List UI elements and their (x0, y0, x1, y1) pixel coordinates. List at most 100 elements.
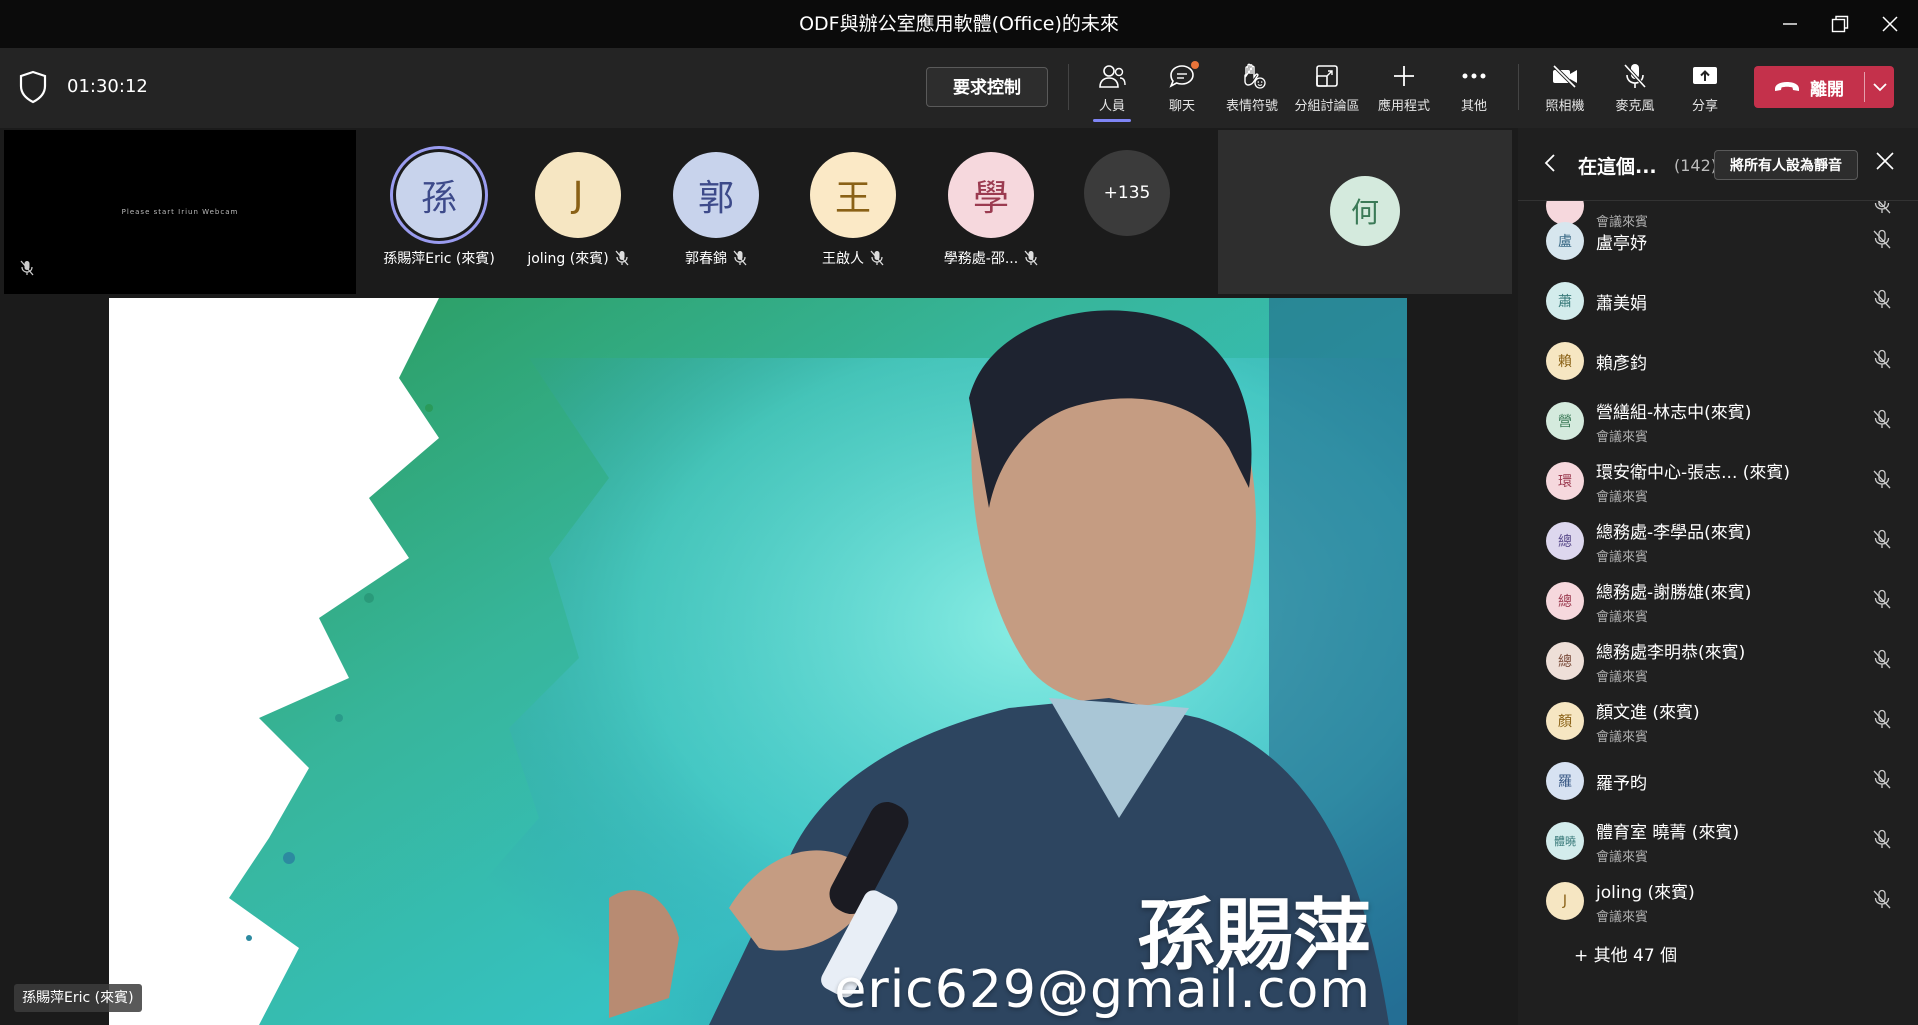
avatar-initial: 總 (1558, 534, 1572, 550)
avatar-initial: 顏 (1558, 714, 1572, 730)
leave-options-button[interactable] (1865, 66, 1894, 108)
mute-all-button[interactable]: 將所有人設為靜音 (1714, 150, 1858, 180)
shield-icon (19, 70, 47, 104)
mic-off-icon (20, 260, 34, 276)
participant-row[interactable]: 總 總務處-李學品(來賓) 會議來賓 (1518, 510, 1918, 570)
avatar-initial: 孫 (420, 178, 457, 219)
avatar: 何 (1330, 176, 1400, 246)
share-icon (1693, 67, 1717, 84)
title-bar: ODF與辦公室應用軟體(Office)的未來 (0, 0, 1918, 48)
avatar: J (1546, 882, 1584, 920)
attendee-name: joling (來賓) (527, 251, 609, 267)
participant-row[interactable]: 體曉 體育室 曉菁 (來賓) 會議來賓 (1518, 810, 1918, 870)
apps-button[interactable]: 應用程式 (1369, 60, 1439, 118)
participant-row[interactable]: 羅 羅予昀 (1518, 750, 1918, 810)
avatar: 總 (1546, 522, 1584, 560)
mic-off-icon (1873, 709, 1891, 729)
mic-off-icon (870, 250, 884, 266)
chat-button[interactable]: 聊天 (1147, 60, 1217, 118)
mic-off-icon (1873, 229, 1891, 249)
participant-row[interactable]: 蕭 蕭美娟 (1518, 270, 1918, 330)
attendee-video-tile[interactable]: 何 (1218, 130, 1512, 294)
avatar: 總 (1546, 582, 1584, 620)
avatar: 盧 (1546, 222, 1584, 260)
avatar: 體曉 (1546, 822, 1584, 860)
participant-row[interactable]: 總 總務處李明恭(來賓) 會議來賓 (1518, 630, 1918, 690)
active-indicator (1093, 119, 1131, 122)
close-icon[interactable] (1876, 152, 1894, 170)
mic-off-icon (1873, 349, 1891, 369)
more-button[interactable]: 其他 (1439, 60, 1509, 118)
mic-off-icon (1873, 649, 1891, 669)
mic-off-icon (1873, 469, 1891, 489)
meeting-stage: Please start Iriun Webcam 孫 孫賜萍Eric (來賓)… (0, 128, 1518, 1025)
self-video-message: Please start Iriun Webcam (121, 208, 239, 216)
avatar: J (535, 152, 621, 238)
attendee-tile[interactable]: 郭 郭春錦 (656, 152, 776, 268)
avatar-initial: 王 (834, 178, 871, 219)
close-window-button[interactable] (1862, 0, 1918, 48)
avatar-initial: 體曉 (1554, 835, 1576, 848)
share-button[interactable]: 分享 (1670, 60, 1740, 118)
participant-row[interactable]: 環 環安衛中心-張志... (來賓) 會議來賓 (1518, 450, 1918, 510)
avatar: 顏 (1546, 702, 1584, 740)
breakout-rooms-label: 分組討論區 (1294, 99, 1360, 114)
participant-role: 會議來賓 (1596, 550, 1649, 565)
participant-role: 會議來賓 (1596, 670, 1649, 685)
attendee-tile[interactable]: 孫 孫賜萍Eric (來賓) (379, 152, 499, 268)
mic-off-icon (1873, 589, 1891, 609)
camera-button[interactable]: 照相機 (1530, 60, 1600, 118)
chat-label: 聊天 (1168, 99, 1195, 114)
breakout-rooms-button[interactable]: 分組討論區 (1292, 60, 1362, 118)
participant-count: (142) (1674, 156, 1718, 175)
attendee-tile[interactable]: 王 王啟人 (793, 152, 913, 268)
participant-row[interactable]: J joling (來賓) 會議來賓 (1518, 870, 1918, 930)
raise-hand-icon (1244, 63, 1266, 89)
participant-row[interactable]: 顏 顏文進 (來賓) 會議來賓 (1518, 690, 1918, 750)
participant-name: 顏文進 (來賓) (1596, 703, 1700, 723)
avatar: 學 (948, 152, 1034, 238)
mic-off-icon (1873, 889, 1891, 909)
participant-role: 會議來賓 (1596, 850, 1649, 865)
restore-icon (1831, 15, 1849, 33)
attendee-name: 王啟人 (822, 251, 864, 267)
chevron-left-icon[interactable] (1544, 154, 1556, 172)
leave-label: 離開 (1810, 79, 1844, 100)
participant-name: joling (來賓) (1596, 883, 1695, 903)
toolbar-divider (1068, 64, 1069, 110)
avatar-initial: 學 (972, 178, 1009, 219)
avatar: 蕭 (1546, 282, 1584, 320)
share-label: 分享 (1691, 99, 1718, 114)
more-participants-link[interactable]: + 其他 47 個 (1574, 941, 1677, 966)
participant-name: 總務處-李學品(來賓) (1596, 523, 1752, 543)
more-attendees-button[interactable]: +135 (1084, 150, 1170, 236)
more-icon (1462, 73, 1486, 79)
participant-row[interactable]: 總 總務處-謝勝雄(來賓) 會議來賓 (1518, 570, 1918, 630)
camera-off-icon (1552, 64, 1577, 89)
reactions-button[interactable]: 表情符號 (1217, 60, 1287, 118)
mic-off-icon (1873, 289, 1891, 309)
participant-row[interactable]: 營 營繕組-林志中(來賓) 會議來賓 (1518, 390, 1918, 450)
restore-button[interactable] (1812, 0, 1868, 48)
leave-button[interactable]: 離開 (1754, 66, 1864, 108)
mic-off-icon (1873, 769, 1891, 789)
participants-panel: 在這個... (142) 將所有人設為靜音 會議來賓 盧 盧亭妤 蕭 蕭美娟 賴… (1518, 128, 1918, 1025)
participant-role: 會議來賓 (1596, 430, 1649, 445)
people-icon (1099, 65, 1126, 88)
self-video-tile[interactable]: Please start Iriun Webcam (4, 130, 356, 294)
request-control-button[interactable]: 要求控制 (926, 67, 1048, 107)
avatar-initial: J (1562, 893, 1568, 909)
mic-off-icon (615, 250, 629, 266)
attendee-tile[interactable]: J joling (來賓) (518, 152, 638, 268)
avatar: 郭 (673, 152, 759, 238)
participant-role: 會議來賓 (1596, 730, 1649, 745)
attendee-name: 孫賜萍Eric (來賓) (383, 251, 495, 267)
shared-content-slide: 孫賜萍 eric629@gmail.com (109, 298, 1407, 1025)
participant-row[interactable]: 盧 盧亭妤 (1518, 210, 1918, 270)
minimize-button[interactable] (1762, 0, 1818, 48)
participant-row[interactable]: 賴 賴彥鈞 (1518, 330, 1918, 390)
attendee-tile[interactable]: 學 學務處-邵... (931, 152, 1051, 268)
participant-name: 總務處李明恭(來賓) (1596, 643, 1746, 663)
microphone-button[interactable]: 麥克風 (1600, 60, 1670, 118)
people-button[interactable]: 人員 (1077, 60, 1147, 122)
